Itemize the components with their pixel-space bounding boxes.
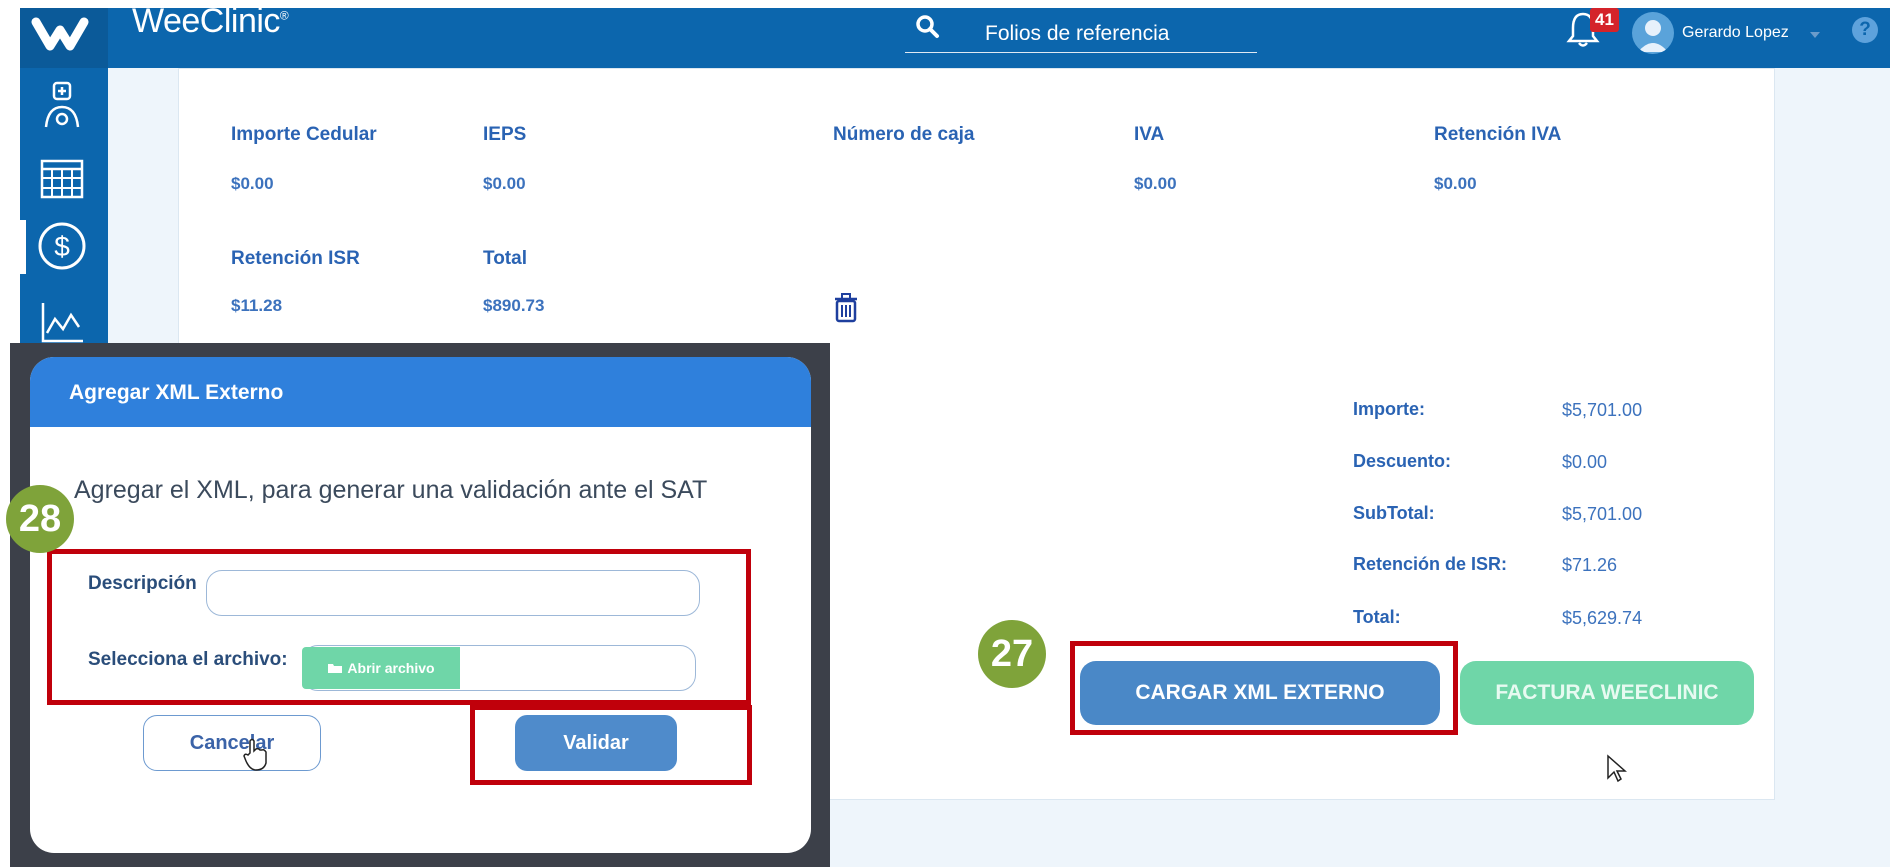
summary-value-descuento: $0.00 (1562, 452, 1608, 472)
chart-icon (41, 303, 83, 343)
search-icon (916, 15, 939, 38)
highlight-box-validar (470, 705, 752, 785)
modal-title: Agregar XML Externo (69, 381, 284, 404)
search-label: Folios de referencia (985, 22, 1170, 45)
label-importe-cedular: Importe Cedular (231, 124, 377, 145)
dollar-icon: $ (38, 222, 86, 270)
sidebar-item-reports[interactable] (34, 294, 90, 350)
summary-value-retencion-isr: $71.26 (1562, 555, 1618, 575)
sidebar-active-indicator (20, 220, 26, 274)
summary-label-descuento: Descuento: (1353, 451, 1452, 471)
doctor-icon (44, 81, 80, 128)
summary-label-importe: Importe: (1353, 399, 1425, 419)
label-ieps: IEPS (483, 124, 527, 145)
label-iva: IVA (1134, 124, 1165, 145)
step-badge-27: 27 (978, 620, 1046, 688)
summary-label-total: Total: (1353, 607, 1401, 627)
chevron-down-icon[interactable] (1810, 32, 1820, 38)
trash-icon[interactable] (834, 293, 858, 323)
top-bar: WeeClinic® Folios de referencia 41 Gerar… (20, 8, 1890, 68)
notification-badge[interactable]: 41 (1590, 8, 1619, 32)
sidebar-item-billing[interactable]: $ (34, 218, 90, 274)
help-icon[interactable]: ? (1852, 17, 1878, 43)
value-total: $890.73 (483, 296, 545, 315)
summary-value-subtotal: $5,701.00 (1562, 504, 1643, 524)
weeclinic-logo-icon (31, 17, 89, 51)
label-numero-caja: Número de caja (833, 124, 975, 145)
brand-name: WeeClinic® (132, 8, 289, 40)
value-ieps: $0.00 (483, 174, 526, 193)
summary-label-subtotal: SubTotal: (1353, 503, 1435, 523)
svg-text:$: $ (54, 231, 70, 262)
summary-value-importe: $5,701.00 (1562, 400, 1643, 420)
cancel-button[interactable]: Cancelar (143, 715, 321, 771)
calendar-icon (40, 159, 84, 199)
logo[interactable] (20, 8, 108, 68)
sidebar-item-doctor[interactable] (34, 78, 90, 134)
sidebar-item-calendar[interactable] (34, 150, 90, 206)
summary-label-retencion-isr: Retención de ISR: (1353, 554, 1508, 574)
factura-weeclinic-button[interactable]: FACTURA WEECLINIC (1460, 661, 1754, 725)
avatar[interactable] (1632, 12, 1674, 54)
mouse-pointer-icon (1607, 754, 1627, 783)
value-importe-cedular: $0.00 (231, 174, 274, 193)
label-total: Total (483, 248, 527, 269)
hand-cursor-icon (243, 738, 267, 771)
label-retencion-iva: Retención IVA (1434, 124, 1562, 145)
modal-header: Agregar XML Externo (30, 357, 811, 427)
highlight-box-form (47, 549, 751, 705)
cargar-xml-externo-button[interactable]: CARGAR XML EXTERNO (1080, 661, 1440, 725)
summary-value-total: $5,629.74 (1562, 608, 1643, 628)
modal-message: Agregar el XML, para generar una validac… (74, 476, 708, 504)
search-box[interactable]: Folios de referencia (905, 12, 1257, 53)
value-retencion-iva: $0.00 (1434, 174, 1477, 193)
value-retencion-isr: $11.28 (231, 296, 283, 315)
user-avatar-icon (1638, 20, 1668, 52)
label-retencion-isr: Retención ISR (231, 248, 360, 269)
value-iva: $0.00 (1134, 174, 1177, 193)
user-name[interactable]: Gerardo Lopez (1682, 24, 1789, 42)
step-badge-28: 28 (6, 485, 74, 553)
